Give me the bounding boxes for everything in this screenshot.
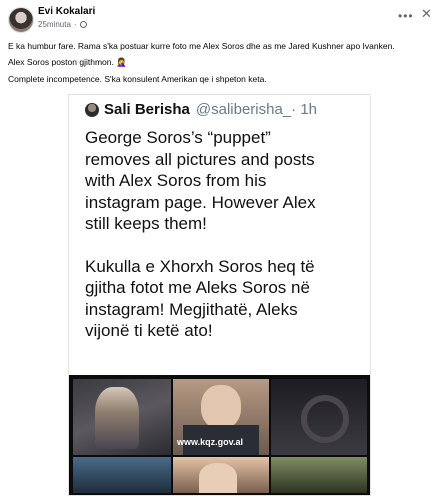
post-meta: 25minuta ·: [38, 20, 87, 29]
tweet-avatar: [85, 102, 99, 117]
tweet-line: still keeps them!: [85, 214, 207, 233]
globe-icon: [79, 21, 87, 28]
collage-photo: [271, 457, 367, 493]
close-icon[interactable]: ✕: [421, 6, 432, 22]
tweet-line: gjitha fotot me Aleks Soros në: [85, 278, 310, 297]
tweet-line: with Alex Soros from his: [85, 171, 267, 190]
collage-photo: [73, 457, 171, 493]
collage-photo: [173, 457, 269, 493]
post-time[interactable]: 25minuta: [38, 20, 71, 29]
author-name[interactable]: Evi Kokalari: [38, 6, 95, 17]
post-text-line: Alex Soros poston gjithmon. 🤦‍♀️: [8, 57, 127, 67]
tweet-line: vijonë ti ketë ato!: [85, 321, 213, 340]
shared-tweet-image[interactable]: Sali Berisha @saliberisha_ · 1h George S…: [68, 94, 371, 496]
tweet-body: George Soros’s “puppet” removes all pict…: [85, 127, 365, 342]
tweet-media-collage[interactable]: www.kqz.gov.al: [69, 375, 370, 495]
collage-photo: www.kqz.gov.al: [173, 379, 269, 455]
tweet-line: removes all pictures and posts: [85, 149, 315, 169]
tweet-author-name: Sali Berisha: [104, 101, 190, 118]
tweet-header: Sali Berisha @saliberisha_ · 1h: [85, 101, 317, 118]
collage-photo: [73, 379, 171, 455]
tweet-line: Kukulla e Xhorxh Soros heq të: [85, 256, 315, 276]
tweet-line: instagram! Megjithatë, Aleks: [85, 299, 298, 319]
post-text-line: E ka humbur fare. Rama s'ka postuar kurr…: [8, 41, 395, 51]
more-options-icon[interactable]: •••: [398, 9, 414, 23]
media-overlay-text: www.kqz.gov.al: [177, 437, 244, 447]
collage-photo: [271, 379, 367, 455]
tweet-line: instagram page. However Alex: [85, 192, 316, 212]
tweet-handle: @saliberisha_: [195, 101, 292, 118]
tweet-line: George Soros’s “puppet”: [85, 128, 271, 147]
author-avatar[interactable]: [8, 7, 34, 33]
tweet-time: · 1h: [291, 101, 318, 118]
post-text-line: Complete incompetence. S'ka konsulent Am…: [8, 74, 267, 84]
post-header: Evi Kokalari 25minuta · ••• ✕: [0, 0, 440, 36]
